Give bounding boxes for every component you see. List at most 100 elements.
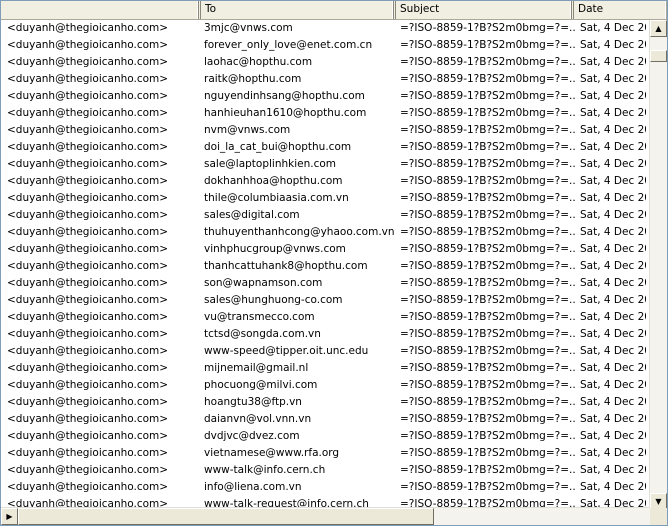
cell-to: www-talk@info.cern.ch: [204, 464, 326, 476]
cell-to: thuhuyenthanhcong@yhaoo.com.vn: [204, 226, 395, 238]
cell-subject: =?ISO-8859-1?B?S2m0bmg=?=...: [400, 430, 575, 442]
cell-to: 3mjc@vnws.com: [204, 22, 293, 34]
cell-subject: =?ISO-8859-1?B?S2m0bmg=?=...: [400, 362, 575, 374]
table-row[interactable]: <duyanh@thegioicanho.com> sale@laptoplinh…: [1, 156, 646, 173]
cell-subject: =?ISO-8859-1?B?S2m0bmg=?=...: [400, 311, 575, 323]
cell-subject: =?ISO-8859-1?B?S2m0bmg=?=...: [400, 328, 575, 340]
cell-from: <duyanh@thegioicanho.com>: [7, 396, 169, 408]
table-row[interactable]: <duyanh@thegioicanho.com> www-speed@tippe…: [1, 343, 646, 360]
cell-date: Sat, 4 Dec 20: [580, 56, 646, 68]
cell-from: <duyanh@thegioicanho.com>: [7, 90, 169, 102]
table-row[interactable]: <duyanh@thegioicanho.com> 3mjc@vnws.com =?…: [1, 20, 646, 37]
table-row[interactable]: <duyanh@thegioicanho.com> vietnamese@www.…: [1, 445, 646, 462]
column-header-date[interactable]: Date: [574, 1, 667, 19]
vertical-scrollbar[interactable]: ▲ ▼: [649, 20, 667, 510]
table-row[interactable]: <duyanh@thegioicanho.com> doi_la_cat_bui@…: [1, 139, 646, 156]
cell-to: dokhanhhoa@hopthu.com: [204, 175, 343, 187]
cell-to: hanhieuhan1610@hopthu.com: [204, 107, 367, 119]
cell-subject: =?ISO-8859-1?B?S2m0bmg=?=...: [400, 396, 575, 408]
cell-to: doi_la_cat_bui@hopthu.com: [204, 141, 352, 153]
cell-from: <duyanh@thegioicanho.com>: [7, 481, 169, 493]
cell-date: Sat, 4 Dec 20: [580, 413, 646, 425]
table-row[interactable]: <duyanh@thegioicanho.com> sales@digital.c…: [1, 207, 646, 224]
cell-date: Sat, 4 Dec 20: [580, 22, 646, 34]
table-row[interactable]: <duyanh@thegioicanho.com> dvdjvc@dvez.com…: [1, 428, 646, 445]
column-header-subject[interactable]: Subject: [396, 1, 574, 19]
cell-to: nguyendinhsang@hopthu.com: [204, 90, 365, 102]
table-row[interactable]: <duyanh@thegioicanho.com> nvm@vnws.com =?I…: [1, 122, 646, 139]
table-row[interactable]: <duyanh@thegioicanho.com> thuhuyenthanhco…: [1, 224, 646, 241]
cell-to: vinhphucgroup@vnws.com: [204, 243, 346, 255]
cell-from: <duyanh@thegioicanho.com>: [7, 362, 169, 374]
horizontal-scrollbar[interactable]: ◀ ▶: [1, 507, 650, 525]
table-row[interactable]: <duyanh@thegioicanho.com> son@wapnamson.c…: [1, 275, 646, 292]
cell-from: <duyanh@thegioicanho.com>: [7, 413, 169, 425]
table-row[interactable]: <duyanh@thegioicanho.com> forever_only_lo…: [1, 37, 646, 54]
cell-date: Sat, 4 Dec 20: [580, 345, 646, 357]
cell-subject: =?ISO-8859-1?B?S2m0bmg=?=...: [400, 243, 575, 255]
cell-subject: =?ISO-8859-1?B?S2m0bmg=?=...: [400, 294, 575, 306]
cell-subject: =?ISO-8859-1?B?S2m0bmg=?=...: [400, 39, 575, 51]
table-row[interactable]: <duyanh@thegioicanho.com> thile@columbiaa…: [1, 190, 646, 207]
cell-from: <duyanh@thegioicanho.com>: [7, 447, 169, 459]
scroll-up-icon[interactable]: ▲: [650, 20, 667, 37]
cell-date: Sat, 4 Dec 20: [580, 260, 646, 272]
cell-to: hoangtu38@ftp.vn: [204, 396, 302, 408]
cell-subject: =?ISO-8859-1?B?S2m0bmg=?=...: [400, 481, 575, 493]
cell-date: Sat, 4 Dec 20: [580, 90, 646, 102]
column-header-bar: To Subject Date: [1, 1, 667, 20]
cell-subject: =?ISO-8859-1?B?S2m0bmg=?=...: [400, 345, 575, 357]
cell-subject: =?ISO-8859-1?B?S2m0bmg=?=...: [400, 447, 575, 459]
table-row[interactable]: <duyanh@thegioicanho.com> dokhanhhoa@hopt…: [1, 173, 646, 190]
cell-to: vietnamese@www.rfa.org: [204, 447, 340, 459]
cell-subject: =?ISO-8859-1?B?S2m0bmg=?=...: [400, 175, 575, 187]
cell-to: laohac@hopthu.com: [204, 56, 313, 68]
cell-subject: =?ISO-8859-1?B?S2m0bmg=?=...: [400, 226, 575, 238]
cell-date: Sat, 4 Dec 20: [580, 141, 646, 153]
cell-subject: =?ISO-8859-1?B?S2m0bmg=?=...: [400, 141, 575, 153]
cell-from: <duyanh@thegioicanho.com>: [7, 464, 169, 476]
table-row[interactable]: <duyanh@thegioicanho.com> mijnemail@gmail…: [1, 360, 646, 377]
table-row[interactable]: <duyanh@thegioicanho.com> laohac@hopthu.c…: [1, 54, 646, 71]
cell-date: Sat, 4 Dec 20: [580, 73, 646, 85]
cell-from: <duyanh@thegioicanho.com>: [7, 22, 169, 34]
cell-from: <duyanh@thegioicanho.com>: [7, 192, 169, 204]
column-header-to[interactable]: To: [201, 1, 396, 19]
table-row[interactable]: <duyanh@thegioicanho.com> tctsd@songda.co…: [1, 326, 646, 343]
scrollbar-corner: [650, 508, 667, 525]
column-header-from[interactable]: [1, 1, 201, 19]
cell-to: phocuong@milvi.com: [204, 379, 318, 391]
table-row[interactable]: <duyanh@thegioicanho.com> vinhphucgroup@v…: [1, 241, 646, 258]
cell-from: <duyanh@thegioicanho.com>: [7, 379, 169, 391]
cell-to: forever_only_love@enet.com.cn: [204, 39, 373, 51]
message-rows: <duyanh@thegioicanho.com> 3mjc@vnws.com =?…: [1, 20, 646, 510]
cell-date: Sat, 4 Dec 20: [580, 124, 646, 136]
cell-from: <duyanh@thegioicanho.com>: [7, 124, 169, 136]
cell-to: sales@hunghuong-co.com: [204, 294, 343, 306]
cell-date: Sat, 4 Dec 20: [580, 209, 646, 221]
table-row[interactable]: <duyanh@thegioicanho.com> info@liena.com.…: [1, 479, 646, 496]
table-row[interactable]: <duyanh@thegioicanho.com> sales@hunghuong…: [1, 292, 646, 309]
horizontal-scroll-thumb[interactable]: [18, 508, 434, 525]
table-row[interactable]: <duyanh@thegioicanho.com> www-talk@info.c…: [1, 462, 646, 479]
scroll-right-icon[interactable]: ▶: [1, 508, 18, 525]
message-list-view: To Subject Date <duyanh@thegioicanho.com…: [0, 0, 668, 526]
table-row[interactable]: <duyanh@thegioicanho.com> phocuong@milvi.…: [1, 377, 646, 394]
table-row[interactable]: <duyanh@thegioicanho.com> daianvn@vol.vnn…: [1, 411, 646, 428]
cell-from: <duyanh@thegioicanho.com>: [7, 328, 169, 340]
table-row[interactable]: <duyanh@thegioicanho.com> thanhcattuhank8…: [1, 258, 646, 275]
cell-to: son@wapnamson.com: [204, 277, 323, 289]
table-row[interactable]: <duyanh@thegioicanho.com> raitk@hopthu.co…: [1, 71, 646, 88]
cell-from: <duyanh@thegioicanho.com>: [7, 430, 169, 442]
table-row[interactable]: <duyanh@thegioicanho.com> vu@transmecco.c…: [1, 309, 646, 326]
table-row[interactable]: <duyanh@thegioicanho.com> hanhieuhan1610@…: [1, 105, 646, 122]
cell-date: Sat, 4 Dec 20: [580, 396, 646, 408]
cell-subject: =?ISO-8859-1?B?S2m0bmg=?=...: [400, 277, 575, 289]
vertical-scroll-thumb[interactable]: [650, 50, 667, 62]
cell-to: dvdjvc@dvez.com: [204, 430, 300, 442]
cell-from: <duyanh@thegioicanho.com>: [7, 260, 169, 272]
table-row[interactable]: <duyanh@thegioicanho.com> nguyendinhsang@…: [1, 88, 646, 105]
cell-date: Sat, 4 Dec 20: [580, 379, 646, 391]
table-row[interactable]: <duyanh@thegioicanho.com> hoangtu38@ftp.v…: [1, 394, 646, 411]
cell-date: Sat, 4 Dec 20: [580, 107, 646, 119]
